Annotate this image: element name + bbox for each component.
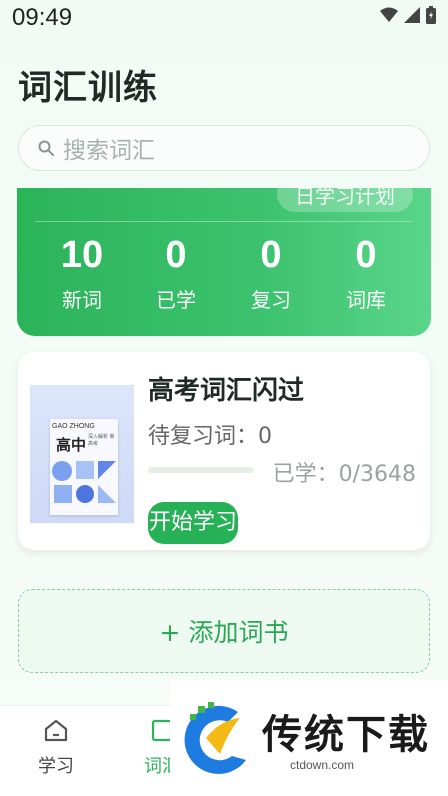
home-icon <box>44 719 68 742</box>
stat-label: 新词 <box>62 288 102 312</box>
daily-plan-button[interactable]: 日学习计划 <box>277 188 413 212</box>
stat-value: 0 <box>165 234 187 276</box>
search-input[interactable]: 搜索词汇 <box>18 125 430 171</box>
cover-en-title: GAO ZHONG <box>52 423 95 430</box>
search-placeholder: 搜索词汇 <box>63 138 155 164</box>
stat-label: 复习 <box>251 288 291 312</box>
wifi-icon <box>380 7 398 22</box>
add-word-book-button[interactable]: + 添加词书 <box>18 589 430 673</box>
start-learning-button[interactable]: 开始学习 <box>148 502 238 544</box>
cover-subtitle: 深入解析 新高考 <box>88 434 115 447</box>
nav-item-study[interactable]: 学习 <box>16 718 96 778</box>
learn-progress-bar <box>148 467 254 473</box>
stat-learned: 0 已学 <box>126 232 226 313</box>
stat-review: 0 复习 <box>221 232 321 313</box>
stat-value: 0 <box>260 234 282 276</box>
stats-divider <box>35 221 413 222</box>
word-book-card[interactable]: GAO ZHONG 高中 深入解析 新高考 高考词汇闪过 待复习词：0 已学：0… <box>18 352 430 550</box>
stat-word-bank: 0 词库 <box>316 232 416 313</box>
learned-count: 已学：0/3648 <box>272 462 416 487</box>
stat-new-words: 10 新词 <box>32 232 132 313</box>
status-icons <box>380 6 436 24</box>
book-cover-image: GAO ZHONG 高中 深入解析 新高考 <box>30 385 134 523</box>
stats-card: 日学习计划 10 新词 0 已学 0 复习 0 词库 <box>17 188 431 336</box>
page-title: 词汇训练 <box>18 68 158 108</box>
cover-pattern-icon <box>52 461 116 503</box>
book-cover-inner: GAO ZHONG 高中 深入解析 新高考 <box>50 419 118 515</box>
watermark-logo-icon <box>184 702 246 774</box>
cover-zh-title: 高中 <box>56 436 87 454</box>
book-title: 高考词汇闪过 <box>148 376 305 406</box>
stat-label: 已学 <box>156 288 196 312</box>
review-count: 待复习词：0 <box>148 424 272 449</box>
status-bar: 09:49 <box>0 0 448 38</box>
signal-icon <box>404 7 420 23</box>
status-time: 09:49 <box>12 4 73 31</box>
nav-label: 学习 <box>38 756 74 777</box>
stat-label: 词库 <box>346 288 386 312</box>
watermark: 传统下载 ctdown.com <box>170 680 448 796</box>
battery-icon <box>426 6 436 24</box>
watermark-url: ctdown.com <box>290 758 355 772</box>
vocabulary-screen: 09:49 词汇训练 搜索词汇 日学习计划 10 新词 0 已学 0 复习 0 … <box>0 0 448 796</box>
stat-value: 10 <box>60 234 104 276</box>
watermark-text: 传统下载 <box>262 712 430 758</box>
search-icon <box>38 140 54 156</box>
stat-value: 0 <box>355 234 377 276</box>
